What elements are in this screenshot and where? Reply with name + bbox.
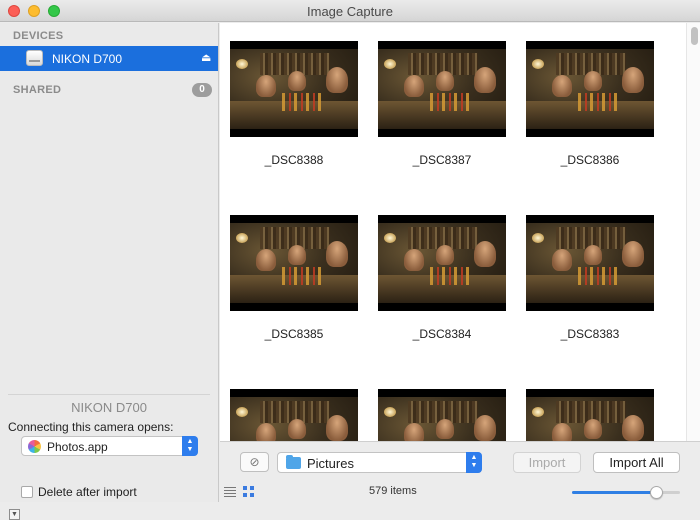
photo-thumbnail[interactable] bbox=[526, 41, 654, 137]
photo-image bbox=[230, 397, 358, 441]
photo-grid: _DSC8388 _DSC8387 _DSC8386 _DSC8385 _DSC8384… bbox=[220, 23, 700, 441]
photo-thumbnail[interactable] bbox=[378, 215, 506, 311]
photo-thumbnail[interactable] bbox=[526, 389, 654, 441]
camera-name: NIKON D700 bbox=[71, 400, 147, 415]
sidebar-divider bbox=[8, 394, 210, 395]
eject-icon[interactable]: ⏏ bbox=[201, 52, 211, 64]
device-label: NIKON D700 bbox=[52, 52, 123, 66]
photos-app-icon bbox=[28, 440, 41, 453]
photo-filename: _DSC8384 bbox=[412, 327, 472, 341]
delete-after-import-checkbox[interactable] bbox=[21, 486, 33, 498]
photo-thumbnail[interactable] bbox=[378, 389, 506, 441]
photo-image bbox=[230, 223, 358, 303]
image-capture-window: Image Capture DEVICES NIKON D700 ⏏ SHARE… bbox=[0, 0, 700, 520]
import-destination-select[interactable]: Pictures ▲ ▼ bbox=[277, 452, 482, 473]
photo-filename: _DSC8387 bbox=[412, 153, 472, 167]
photo-image bbox=[378, 49, 506, 129]
item-count: 579 items bbox=[369, 485, 417, 497]
photo-image bbox=[378, 397, 506, 441]
photo-filename: _DSC8386 bbox=[560, 153, 620, 167]
shared-count-badge: 0 bbox=[192, 83, 212, 97]
folder-icon bbox=[286, 455, 301, 469]
delete-after-import-label[interactable]: Delete after import bbox=[38, 485, 137, 499]
select-arrows-icon: ▲ ▼ bbox=[182, 436, 198, 456]
camera-drive-icon bbox=[26, 50, 43, 66]
destination-value: Pictures bbox=[307, 456, 354, 471]
photo-filename: _DSC8383 bbox=[560, 327, 620, 341]
shared-header: SHARED bbox=[13, 84, 62, 96]
list-view-icon[interactable] bbox=[224, 487, 236, 497]
scrollbar-thumb[interactable] bbox=[691, 27, 698, 45]
sidebar: DEVICES NIKON D700 ⏏ SHARED 0 NIKON D700… bbox=[0, 23, 219, 520]
photo-image bbox=[230, 49, 358, 129]
photo-image bbox=[378, 223, 506, 303]
photo-image bbox=[526, 49, 654, 129]
slider-knob[interactable] bbox=[650, 486, 664, 499]
vertical-scrollbar[interactable] bbox=[686, 23, 700, 441]
device-item-nikon-d700[interactable]: NIKON D700 ⏏ bbox=[0, 46, 218, 71]
stop-button[interactable]: ⊘ bbox=[240, 452, 269, 472]
app-select-value: Photos.app bbox=[47, 440, 108, 454]
title-bar[interactable]: Image Capture bbox=[0, 0, 700, 22]
thumbnail-size-slider[interactable] bbox=[572, 486, 680, 499]
grid-view-icon[interactable] bbox=[243, 486, 254, 497]
photo-thumbnail[interactable] bbox=[230, 41, 358, 137]
photo-image bbox=[526, 397, 654, 441]
photo-filename: _DSC8385 bbox=[264, 327, 324, 341]
camera-opens-label: Connecting this camera opens: bbox=[8, 420, 174, 434]
photo-thumbnail[interactable] bbox=[378, 41, 506, 137]
devices-header: DEVICES bbox=[13, 30, 64, 42]
import-all-button[interactable]: Import All bbox=[593, 452, 680, 473]
bottom-toolbar: ⊘ Pictures ▲ ▼ Import Import All 579 item… bbox=[220, 441, 700, 502]
camera-opens-app-select[interactable]: Photos.app ▲ ▼ bbox=[21, 436, 198, 456]
slider-fill bbox=[572, 491, 657, 494]
photo-thumbnail[interactable] bbox=[230, 389, 358, 441]
window-title: Image Capture bbox=[307, 4, 393, 19]
photo-filename: _DSC8388 bbox=[264, 153, 324, 167]
photo-thumbnail[interactable] bbox=[526, 215, 654, 311]
photo-image bbox=[526, 223, 654, 303]
disclosure-triangle-icon[interactable]: ▼ bbox=[9, 509, 20, 520]
import-button[interactable]: Import bbox=[513, 452, 581, 473]
photo-thumbnail[interactable] bbox=[230, 215, 358, 311]
select-arrows-icon: ▲ ▼ bbox=[466, 452, 482, 473]
